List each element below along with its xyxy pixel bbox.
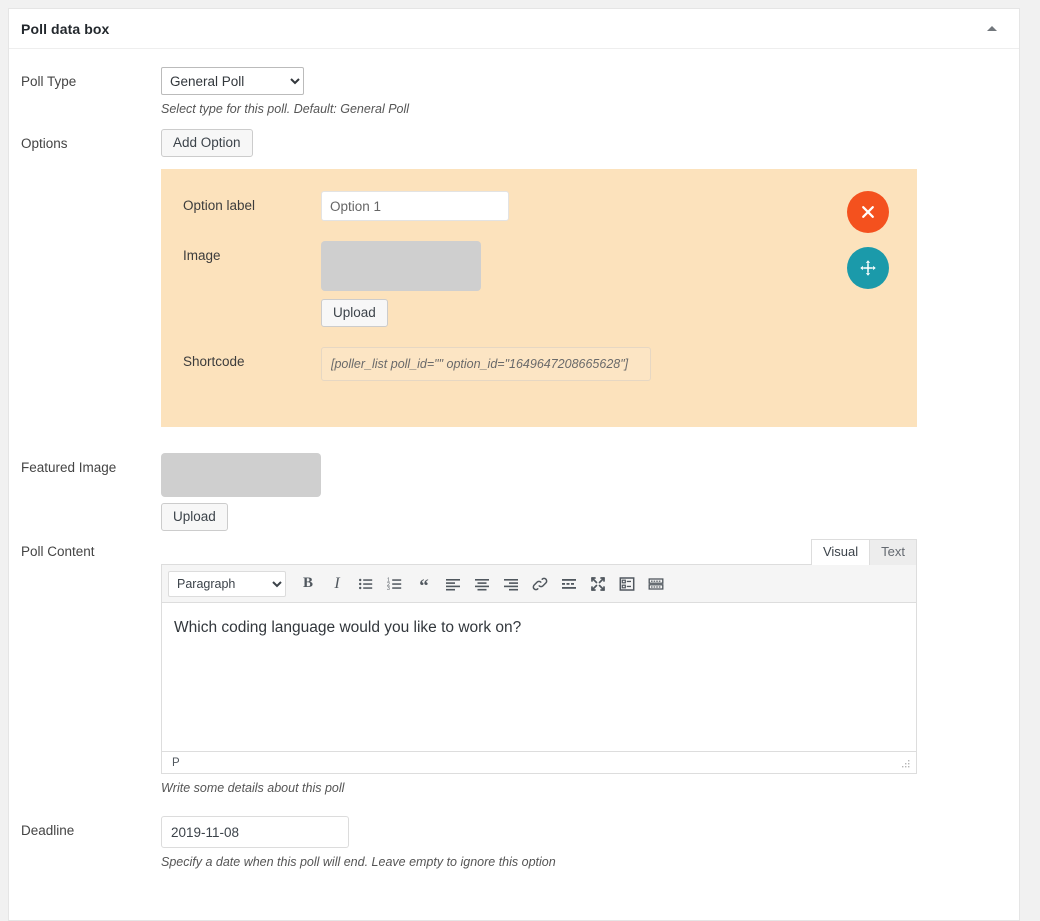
option-label-caption: Option label (183, 198, 256, 213)
option-label-input[interactable] (321, 191, 509, 221)
editor-tabs: Visual Text (161, 537, 917, 565)
remove-option-icon[interactable] (847, 191, 889, 233)
numbered-list-icon[interactable]: 1 2 3 (382, 571, 408, 597)
poll-type-help: Select type for this poll. Default: Gene… (161, 102, 410, 116)
caret-up-glyph (987, 26, 997, 31)
special-character-icon[interactable] (614, 571, 640, 597)
field-options: Options Add Option Option label Image (9, 129, 1019, 427)
toolbar-toggle-icon[interactable] (643, 571, 669, 597)
option-shortcode-input[interactable] (321, 347, 651, 381)
option-actions (847, 191, 889, 289)
deadline-input[interactable] (161, 816, 349, 848)
add-option-button[interactable]: Add Option (161, 129, 253, 157)
featured-image-preview[interactable] (161, 453, 321, 497)
option-label-row: Option label (161, 191, 917, 221)
bold-icon[interactable]: B (295, 571, 321, 597)
tab-text[interactable]: Text (869, 539, 917, 565)
deadline-help: Specify a date when this poll will end. … (161, 855, 556, 869)
align-right-icon[interactable] (498, 571, 524, 597)
bulleted-list-icon[interactable] (353, 571, 379, 597)
field-deadline: Deadline Specify a date when this poll w… (9, 816, 1019, 870)
options-label: Options (21, 136, 68, 151)
read-more-icon[interactable] (556, 571, 582, 597)
align-center-icon[interactable] (469, 571, 495, 597)
featured-image-upload-button[interactable]: Upload (161, 503, 228, 531)
italic-icon[interactable]: I (324, 571, 350, 597)
paragraph-format-select[interactable]: Paragraph (168, 570, 286, 597)
caret-up-icon[interactable] (977, 14, 1007, 44)
blockquote-glyph: “ (419, 575, 429, 597)
drag-move-icon[interactable] (847, 247, 889, 289)
field-poll-content: Poll Content Visual Text Paragraph B I 1… (9, 537, 1019, 796)
editor-toolbar: Paragraph B I 1 2 3 “ (162, 565, 916, 603)
insert-link-icon[interactable] (527, 571, 553, 597)
page-title: Poll data box (21, 20, 110, 37)
bold-glyph: B (302, 575, 313, 591)
editor-content-area[interactable]: Which coding language would you like to … (162, 603, 916, 751)
field-poll-type: Poll Type General Poll Select type for t… (9, 67, 1019, 117)
fullscreen-icon[interactable] (585, 571, 611, 597)
poll-content-help: Write some details about this poll (161, 781, 345, 795)
blockquote-icon[interactable]: “ (411, 571, 437, 597)
poll-data-box-panel: Poll data box Poll Type General Poll Sel… (8, 8, 1020, 921)
option-shortcode-caption: Shortcode (183, 354, 245, 369)
option-shortcode-row: Shortcode (161, 347, 917, 381)
italic-glyph: I (334, 574, 340, 592)
option-item-panel: Option label Image Upload (161, 169, 917, 427)
editor-box: Paragraph B I 1 2 3 “ Which coding langu… (161, 564, 917, 774)
option-image-row: Image Upload (161, 241, 917, 327)
editor-resize-handle[interactable] (900, 757, 912, 769)
editor-element-path: P (172, 756, 180, 769)
svg-text:3: 3 (387, 586, 390, 592)
field-featured-image: Featured Image Upload (9, 453, 1019, 531)
option-image-preview[interactable] (321, 241, 481, 291)
deadline-label: Deadline (21, 823, 75, 838)
panel-header: Poll data box (9, 9, 1019, 49)
tab-visual[interactable]: Visual (810, 539, 871, 565)
option-image-upload-button[interactable]: Upload (321, 299, 388, 327)
poll-content-editor: Visual Text Paragraph B I 1 2 3 “ Which … (161, 537, 917, 774)
poll-form: Poll Type General Poll Select type for t… (9, 49, 1019, 870)
featured-image-label: Featured Image (21, 460, 117, 475)
poll-type-select[interactable]: General Poll (161, 67, 304, 95)
option-image-caption: Image (183, 248, 221, 263)
align-left-icon[interactable] (440, 571, 466, 597)
poll-type-label: Poll Type (21, 74, 77, 89)
editor-status-bar: P (162, 751, 916, 773)
poll-content-label: Poll Content (21, 544, 95, 559)
